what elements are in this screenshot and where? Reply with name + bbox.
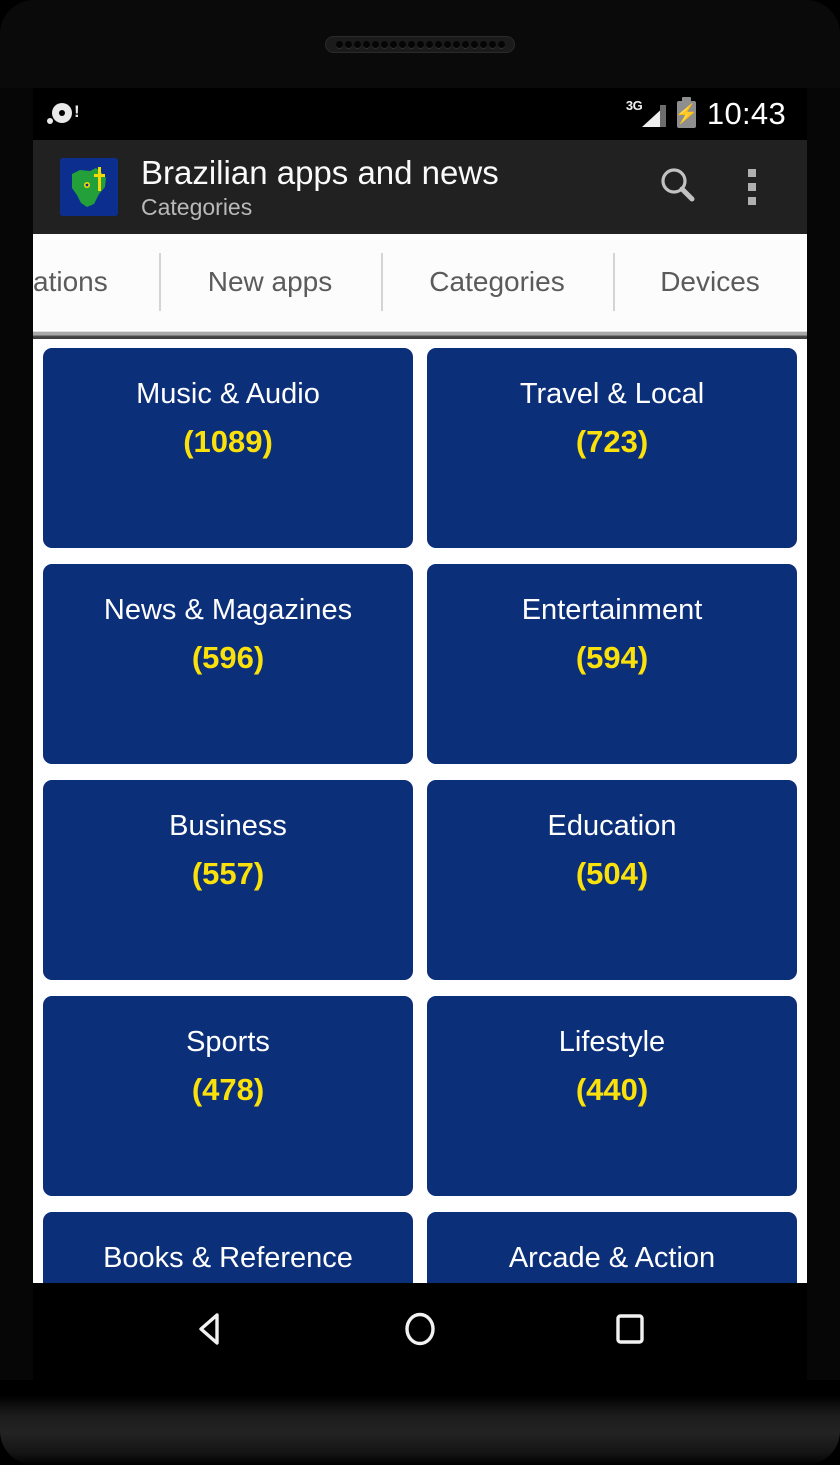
network-type-label: 3G <box>625 98 643 113</box>
tab-bar: ations New apps Categories Devices <box>33 234 807 330</box>
speaker-hole <box>344 41 352 48</box>
speaker-hole <box>389 41 397 48</box>
device-bottom-bezel <box>0 1380 840 1465</box>
tab-bar-divider <box>33 330 807 339</box>
category-name: Arcade & Action <box>508 1242 716 1274</box>
category-count: (723) <box>575 424 649 459</box>
category-card[interactable]: Business (557) <box>43 780 413 980</box>
speaker-hole <box>353 41 361 48</box>
category-count: (504) <box>575 856 649 891</box>
battery-charging-icon: ⚡ <box>675 96 698 128</box>
phone-screen: ! 3G ⚡ 10:43 Brazilian apps and news Cat… <box>33 88 807 1380</box>
brazil-map-christ-redeemer-icon <box>60 158 118 216</box>
category-count: (478) <box>191 1072 265 1107</box>
status-bar-clock: 10:43 <box>706 96 786 131</box>
category-name: Books & Reference <box>103 1242 353 1274</box>
category-card[interactable]: Travel & Local (723) <box>427 348 797 548</box>
category-name: News & Magazines <box>103 594 353 626</box>
category-card[interactable]: Entertainment (594) <box>427 564 797 764</box>
category-count: (596) <box>191 640 265 675</box>
speaker-hole <box>461 41 469 48</box>
category-card[interactable]: Sports (478) <box>43 996 413 1196</box>
home-circle-icon <box>398 1307 442 1356</box>
nav-recents-button[interactable] <box>582 1284 678 1380</box>
speaker-hole <box>425 41 433 48</box>
signal-triangle-icon: 3G <box>625 98 666 129</box>
category-name: Travel & Local <box>519 378 705 410</box>
speaker-hole <box>380 41 388 48</box>
tab-applications[interactable]: ations <box>33 234 159 330</box>
status-bar-system-icons: 3G ⚡ 10:43 <box>626 96 786 132</box>
tab-new-apps[interactable]: New apps <box>159 234 381 330</box>
recents-square-icon <box>608 1307 652 1356</box>
category-name: Business <box>169 810 287 842</box>
speaker-hole <box>335 41 343 48</box>
status-bar-notifications: ! <box>47 101 626 127</box>
speaker-hole <box>434 41 442 48</box>
status-bar: ! 3G ⚡ 10:43 <box>33 88 807 140</box>
android-navigation-bar <box>33 1283 807 1380</box>
category-count: (594) <box>575 640 649 675</box>
speaker-hole <box>398 41 406 48</box>
category-card[interactable]: Lifestyle (440) <box>427 996 797 1196</box>
app-toolbar: Brazilian apps and news Categories <box>33 140 807 234</box>
categories-scroll-area[interactable]: Music & Audio (1089) Travel & Local (723… <box>33 339 807 1380</box>
speaker-hole <box>452 41 460 48</box>
category-count: (1089) <box>183 424 273 459</box>
speaker-hole <box>479 41 487 48</box>
page-title: Brazilian apps and news <box>141 153 499 191</box>
category-card[interactable]: News & Magazines (596) <box>43 564 413 764</box>
speaker-hole <box>497 41 505 48</box>
category-name: Entertainment <box>521 594 703 626</box>
overflow-menu-button[interactable] <box>715 150 789 224</box>
nav-home-button[interactable] <box>372 1284 468 1380</box>
tab-devices[interactable]: Devices <box>613 234 807 330</box>
category-name: Sports <box>186 1026 270 1058</box>
speaker-hole <box>470 41 478 48</box>
toolbar-title-block: Brazilian apps and news Categories <box>141 154 641 221</box>
category-count: (440) <box>575 1072 649 1107</box>
earpiece-speaker-grille <box>325 36 515 53</box>
category-card[interactable]: Music & Audio (1089) <box>43 348 413 548</box>
phone-device: ! 3G ⚡ 10:43 Brazilian apps and news Cat… <box>0 0 840 1465</box>
device-top-bezel <box>0 0 840 88</box>
category-name: Education <box>547 810 677 842</box>
speaker-hole <box>416 41 424 48</box>
category-count: (557) <box>191 856 265 891</box>
speaker-hole <box>407 41 415 48</box>
search-icon <box>656 163 700 212</box>
category-name: Music & Audio <box>136 378 320 410</box>
category-name: Lifestyle <box>558 1026 666 1058</box>
nav-back-button[interactable] <box>162 1284 258 1380</box>
speaker-hole <box>371 41 379 48</box>
search-button[interactable] <box>641 150 715 224</box>
kebab-menu-icon <box>748 169 756 205</box>
tab-categories[interactable]: Categories <box>381 234 613 330</box>
back-triangle-icon <box>188 1307 232 1356</box>
speaker-hole <box>488 41 496 48</box>
category-card[interactable]: Education (504) <box>427 780 797 980</box>
categories-grid: Music & Audio (1089) Travel & Local (723… <box>43 348 797 1380</box>
speaker-hole <box>443 41 451 48</box>
sd-card-alert-icon: ! <box>47 101 81 127</box>
speaker-hole <box>362 41 370 48</box>
page-subtitle: Categories <box>141 193 253 220</box>
